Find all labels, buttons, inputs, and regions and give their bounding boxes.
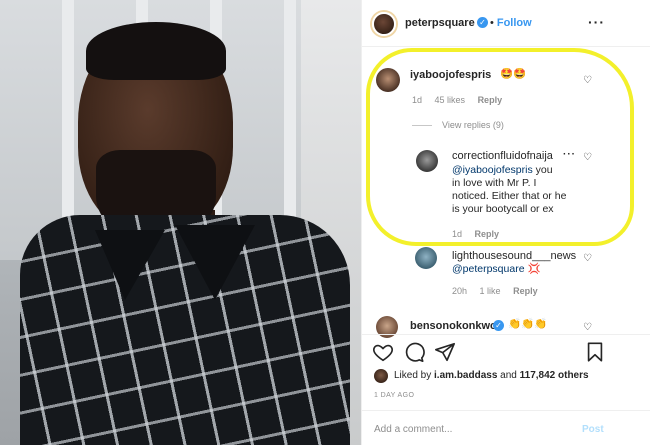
poster-username[interactable]: peterpsquare bbox=[405, 17, 475, 29]
likes-summary: Liked by i.am.baddass and 117,842 others bbox=[394, 370, 589, 381]
photo-collar-left bbox=[95, 230, 165, 300]
follow-button[interactable]: • Follow bbox=[490, 17, 532, 29]
reply-username[interactable]: correctionfluidofnaija bbox=[452, 150, 553, 162]
reply-emoji: 💢 bbox=[527, 263, 541, 275]
comment-reply-button[interactable]: Reply bbox=[478, 95, 503, 105]
comment-text: 🤩🤩 bbox=[500, 68, 527, 80]
reply-avatar[interactable] bbox=[415, 247, 437, 269]
likes-prefix: Liked by bbox=[394, 370, 432, 381]
verified-icon: ✓ bbox=[477, 17, 488, 28]
reply-meta: 20h 1 like Reply bbox=[452, 286, 548, 296]
comment-avatar[interactable] bbox=[376, 68, 400, 92]
reply-likes[interactable]: 1 like bbox=[480, 286, 501, 296]
likes-count[interactable]: 117,842 others bbox=[520, 370, 589, 381]
more-icon[interactable]: ··· bbox=[588, 14, 605, 30]
comment-meta: 1d 45 likes Reply bbox=[412, 95, 512, 105]
reply-time: 1d bbox=[452, 229, 463, 239]
comment-username[interactable]: bensonokonkwo bbox=[410, 320, 497, 332]
add-comment-input[interactable]: Add a comment... bbox=[374, 424, 452, 435]
reply-text: @iyaboojofespris you in love with Mr P. … bbox=[452, 164, 567, 216]
photo-collar-right bbox=[175, 225, 255, 300]
post-photo bbox=[0, 0, 361, 445]
likes-avatar[interactable] bbox=[374, 369, 388, 383]
reply-meta: 1d Reply bbox=[452, 229, 509, 239]
reply-text-line: is your bootycall or ex bbox=[452, 203, 554, 215]
comment-text: 👏👏👏 bbox=[508, 318, 548, 330]
comment-username[interactable]: iyaboojofespris bbox=[410, 69, 491, 81]
reply-text-line: in love with Mr P. I bbox=[452, 177, 537, 189]
comment-likes[interactable]: 45 likes bbox=[435, 95, 466, 105]
add-comment-divider bbox=[361, 410, 650, 411]
poster-avatar[interactable] bbox=[372, 12, 396, 36]
likes-connector: and bbox=[500, 370, 517, 381]
post-date: 1 DAY AGO bbox=[374, 392, 415, 399]
reply-more-icon[interactable]: ··· bbox=[563, 149, 576, 160]
reply-username[interactable]: lighthousesound___news bbox=[452, 250, 576, 262]
reply-text-line: @iyaboojofespris you bbox=[452, 164, 567, 177]
reply-like-heart-icon[interactable]: ♡ bbox=[583, 254, 593, 264]
reply-text: @peterpsquare 💢 bbox=[452, 263, 541, 276]
actions-divider bbox=[361, 334, 650, 335]
share-icon[interactable] bbox=[434, 341, 456, 363]
reply-text-line: noticed. Either that or he bbox=[452, 190, 567, 202]
comment-icon[interactable] bbox=[403, 341, 425, 363]
follow-label: Follow bbox=[496, 17, 532, 29]
view-replies-label: View replies (9) bbox=[442, 120, 504, 130]
reply-text-first: you bbox=[535, 164, 553, 176]
heart-icon[interactable] bbox=[372, 341, 394, 363]
reply-mention[interactable]: @iyaboojofespris bbox=[452, 164, 533, 176]
comment-time: 1d bbox=[412, 95, 423, 105]
comment-like-heart-icon[interactable]: ♡ bbox=[583, 76, 593, 86]
likes-user[interactable]: i.am.baddass bbox=[434, 370, 497, 381]
reply-reply-button[interactable]: Reply bbox=[475, 229, 500, 239]
follow-separator: • bbox=[490, 17, 494, 29]
reply-avatar[interactable] bbox=[416, 150, 438, 172]
bookmark-icon[interactable] bbox=[584, 341, 606, 363]
comment-like-heart-icon[interactable]: ♡ bbox=[583, 323, 593, 333]
header-divider bbox=[361, 46, 650, 47]
reply-like-heart-icon[interactable]: ♡ bbox=[583, 153, 593, 163]
photo-hair bbox=[86, 22, 226, 80]
view-replies-button[interactable]: View replies (9) bbox=[412, 120, 504, 130]
reply-mention[interactable]: @peterpsquare bbox=[452, 263, 525, 275]
view-replies-dash bbox=[412, 125, 432, 127]
reply-reply-button[interactable]: Reply bbox=[513, 286, 538, 296]
verified-icon: ✓ bbox=[493, 320, 504, 331]
reply-time: 20h bbox=[452, 286, 468, 296]
post-comment-button[interactable]: Post bbox=[582, 424, 604, 435]
